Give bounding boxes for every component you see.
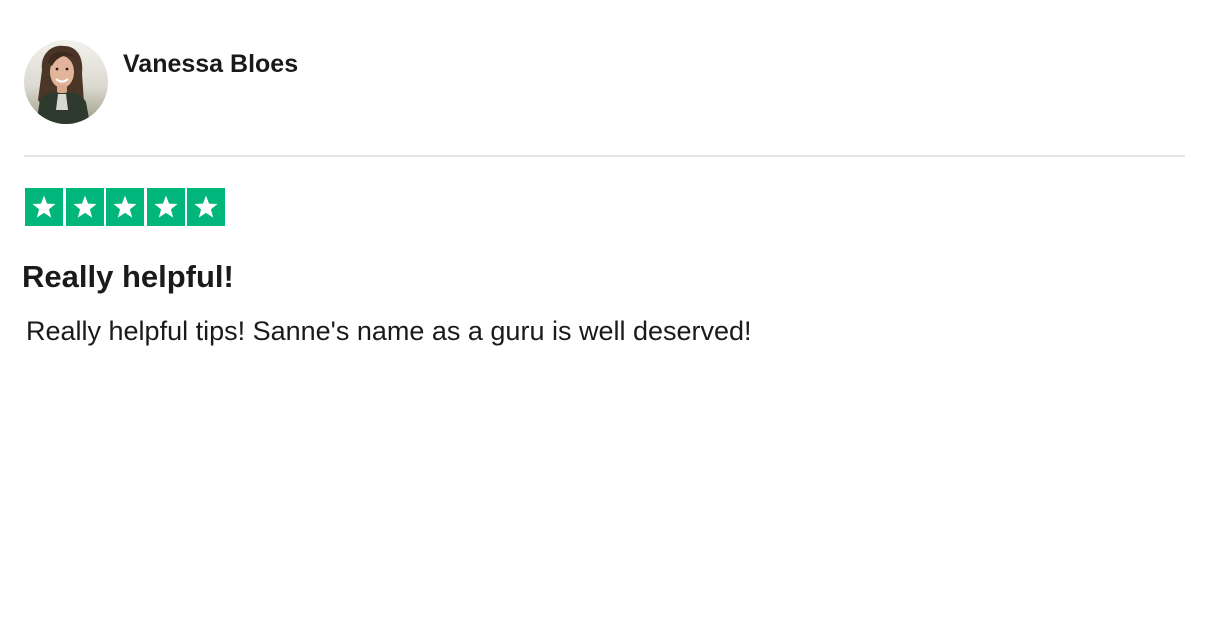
review-card: Vanessa Bloes Really helpful! Really hel… — [0, 0, 1232, 638]
star-icon — [65, 188, 104, 226]
divider — [24, 155, 1185, 157]
star-icon — [146, 188, 185, 226]
reviewer-name[interactable]: Vanessa Bloes — [123, 49, 298, 79]
review-body: Really helpful tips! Sanne's name as a g… — [26, 316, 752, 346]
avatar-photo — [24, 40, 108, 124]
avatar[interactable] — [24, 40, 108, 124]
reviewer-header: Vanessa Bloes — [24, 40, 298, 124]
star-icon — [25, 188, 63, 226]
star-rating — [25, 188, 225, 226]
review-title[interactable]: Really helpful! — [22, 257, 234, 297]
star-icon — [187, 188, 225, 226]
star-icon — [106, 188, 144, 226]
